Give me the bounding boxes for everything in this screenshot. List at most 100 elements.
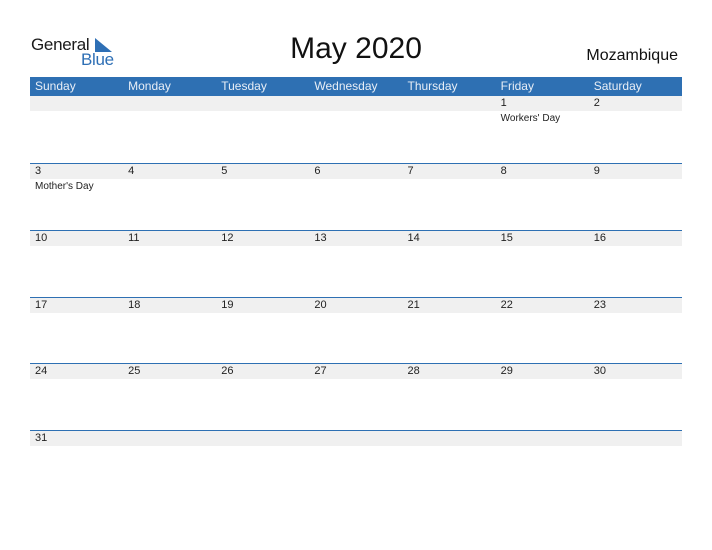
day-cell: 12 [216,231,309,246]
day-cell: 28 [403,364,496,379]
day-cell: 23 [589,298,682,313]
day-number: 25 [128,365,141,378]
day-number: 1 [500,97,507,109]
day-number: 29 [500,365,513,378]
day-number [408,431,496,446]
week-row: 31 [30,430,682,497]
day-number: 27 [314,365,327,378]
day-number: 9 [593,165,600,177]
day-cell: 14 [403,231,496,246]
day-cell: 19 [216,298,309,313]
day-number: 24 [35,365,48,378]
day-number: 21 [407,298,420,311]
weekday-saturday: Saturday [593,79,642,93]
day-number: 11 [128,231,140,244]
day-cell: 6 [309,164,402,194]
day-number [35,96,123,111]
day-cell: 4 [123,164,216,194]
day-cell [403,431,496,446]
holiday-label: Mother's Day [35,181,94,192]
week-cells: 1 Workers' Day 2 [30,96,682,126]
day-cell: 18 [123,298,216,313]
day-cell: 29 [496,364,589,379]
day-cell [216,431,309,446]
day-number: 6 [314,165,321,177]
weekday-tuesday: Tuesday [221,79,267,93]
weekday-header: Sunday Monday Tuesday Wednesday Thursday… [30,77,682,96]
day-cell [216,96,309,126]
day-cell: 27 [309,364,402,379]
day-cell: 9 [589,164,682,194]
weekday-thursday: Thursday [407,79,458,93]
day-number: 16 [593,231,606,244]
day-cell: 30 [589,364,682,379]
week-cells: 31 [30,431,682,446]
day-cell: 13 [309,231,402,246]
day-number [221,96,309,111]
week-row: 3 Mother's Day 4 5 6 7 8 9 [30,163,682,230]
day-number [314,96,402,111]
day-number: 2 [593,97,600,109]
day-number: 18 [128,298,141,311]
day-cell: 31 [30,431,123,446]
day-number: 13 [314,231,327,244]
holiday-label: Workers' Day [500,113,561,124]
calendar-grid: Sunday Monday Tuesday Wednesday Thursday… [30,77,682,497]
day-cell: 1 Workers' Day [496,96,589,126]
day-number: 14 [407,231,420,244]
week-row: 10 11 12 13 14 15 16 [30,229,682,297]
day-number [594,431,682,446]
day-cell: 16 [589,231,682,246]
day-number [221,431,309,446]
day-number: 7 [407,165,414,177]
day-number [314,431,402,446]
day-number: 4 [128,165,135,177]
day-cell [123,96,216,126]
week-row: 1 Workers' Day 2 [30,96,682,163]
day-number: 31 [35,432,48,445]
weekday-friday: Friday [500,79,534,93]
week-row: 17 18 19 20 21 22 23 [30,296,682,364]
day-cell: 8 [496,164,589,194]
day-number: 20 [314,298,327,311]
day-number: 28 [407,365,420,378]
day-cell: 7 [403,164,496,194]
day-cell: 25 [123,364,216,379]
day-cell: 2 [589,96,682,126]
day-number: 23 [593,298,606,311]
week-row: 24 25 26 27 28 29 30 [30,363,682,430]
day-number: 8 [500,165,507,177]
day-number: 12 [221,231,234,244]
day-cell: 20 [309,298,402,313]
week-cells: 10 11 12 13 14 15 16 [30,231,682,246]
day-number: 10 [35,231,48,244]
day-number: 17 [35,298,48,311]
day-number [128,96,216,111]
day-number [128,431,216,446]
week-cells: 3 Mother's Day 4 5 6 7 8 9 [30,164,682,194]
day-cell [30,96,123,126]
day-number: 3 [35,165,42,177]
day-cell: 22 [496,298,589,313]
day-cell [309,96,402,126]
weekday-monday: Monday [128,79,171,93]
day-number: 30 [593,365,606,378]
day-number: 22 [500,298,513,311]
day-cell [309,431,402,446]
weekday-wednesday: Wednesday [314,79,378,93]
day-cell: 24 [30,364,123,379]
week-cells: 24 25 26 27 28 29 30 [30,364,682,379]
day-cell [403,96,496,126]
day-number: 5 [221,165,228,177]
day-number: 26 [221,365,234,378]
day-number: 19 [221,298,234,311]
country-label: Mozambique [586,47,678,64]
day-cell [496,431,589,446]
weeks-container: 1 Workers' Day 2 3 Mother's Day 4 5 6 7 8 9 10 11 12 1… [30,96,682,497]
day-cell: 21 [403,298,496,313]
day-cell: 5 [216,164,309,194]
day-number [501,431,589,446]
day-cell: 11 [123,231,216,246]
day-cell: 3 Mother's Day [30,164,123,194]
day-number: 15 [500,231,513,244]
